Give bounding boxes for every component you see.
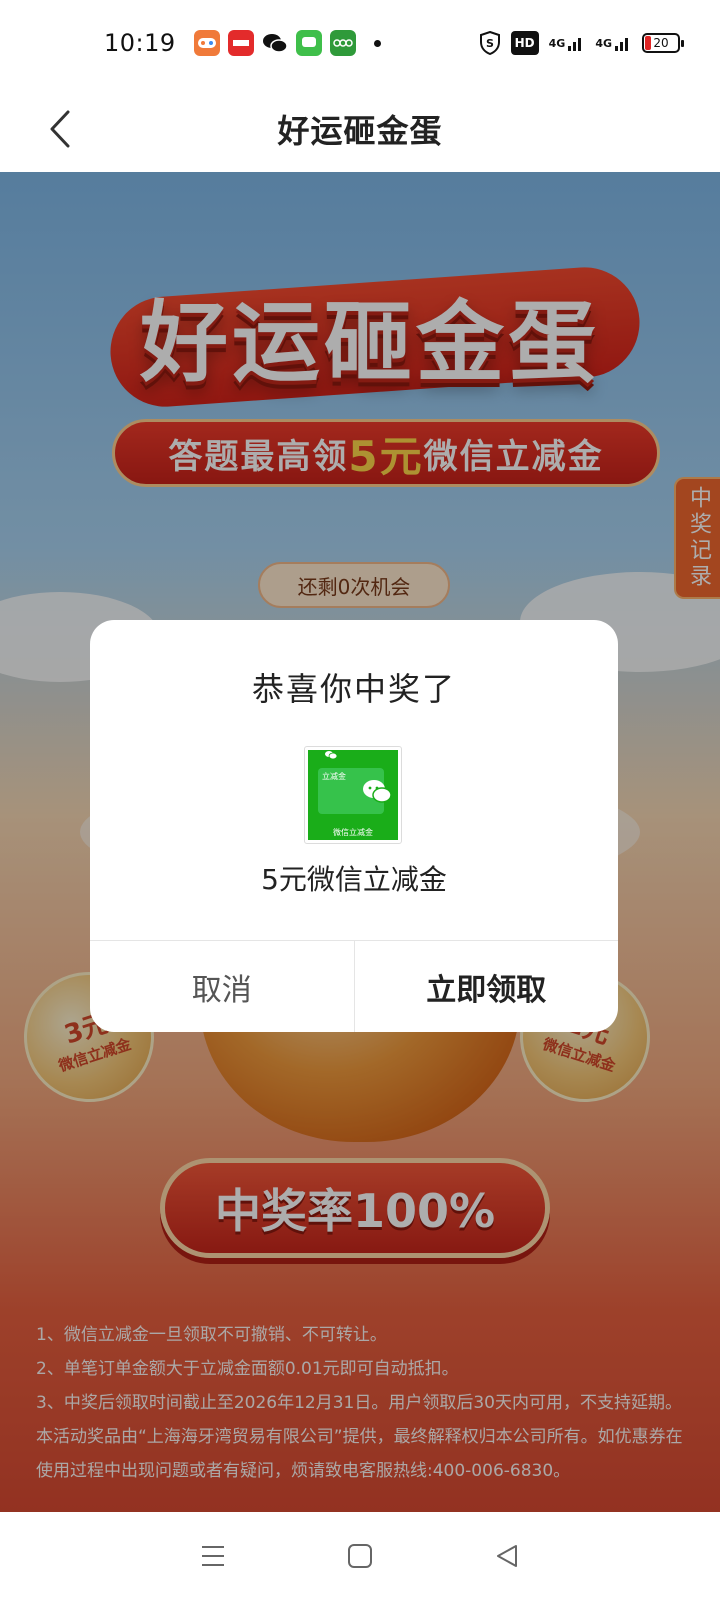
- signal-4g-icon-1: 4G: [549, 31, 586, 55]
- cancel-button[interactable]: 取消: [90, 941, 355, 1032]
- net-type-2: 4G: [595, 36, 612, 50]
- prize-card-label: 立减金: [322, 772, 346, 781]
- battery-level: 20: [653, 36, 669, 50]
- home-button[interactable]: [340, 1536, 380, 1576]
- oppo-app-icon: [329, 30, 356, 56]
- menu-button[interactable]: [193, 1536, 233, 1576]
- chevron-left-icon: [50, 110, 70, 148]
- prize-name: 5元微信立减金: [261, 863, 447, 896]
- svg-text:S: S: [486, 37, 494, 50]
- wechat-icon: [262, 30, 288, 56]
- wechat-icon: [324, 750, 338, 763]
- hd-icon: HD: [510, 31, 539, 55]
- game-app-icon: [193, 30, 220, 56]
- message-app-icon: [295, 30, 322, 56]
- triangle-back-icon: [496, 1545, 517, 1567]
- nav-bar: 好运砸金蛋: [0, 86, 720, 172]
- shield-icon: S: [479, 31, 501, 55]
- dialog-actions: 取消 立即领取: [90, 940, 618, 1032]
- wechat-logo-icon: [363, 780, 392, 803]
- prize-image: 立减金 微信立减金: [304, 746, 402, 844]
- prize-dialog: 恭喜你中奖了 立减金 微信立减金 5元微信立减金 取消 立即领取: [90, 620, 618, 1032]
- news-app-icon: [227, 30, 254, 56]
- page-title: 好运砸金蛋: [277, 112, 443, 150]
- prize-card-bottom-label: 微信立减金: [333, 828, 373, 837]
- signal-4g-icon-2: 4G: [595, 31, 632, 55]
- status-app-icons: [193, 30, 381, 56]
- battery-icon: 20: [642, 33, 684, 53]
- menu-icon: [202, 1546, 225, 1566]
- more-notifications-dot: [373, 39, 381, 47]
- square-home-icon: [347, 1544, 372, 1568]
- back-button[interactable]: [40, 106, 80, 152]
- status-system-icons: S HD 4G 4G 20: [479, 31, 684, 55]
- dialog-title: 恭喜你中奖了: [251, 670, 456, 708]
- status-bar: 10:19 S HD 4G 4G 20: [0, 0, 720, 86]
- net-type-1: 4G: [548, 36, 566, 50]
- claim-now-button[interactable]: 立即领取: [355, 941, 619, 1032]
- system-nav-bar: [0, 1512, 720, 1600]
- status-time: 10:19: [104, 29, 176, 57]
- back-nav-button[interactable]: [487, 1536, 527, 1576]
